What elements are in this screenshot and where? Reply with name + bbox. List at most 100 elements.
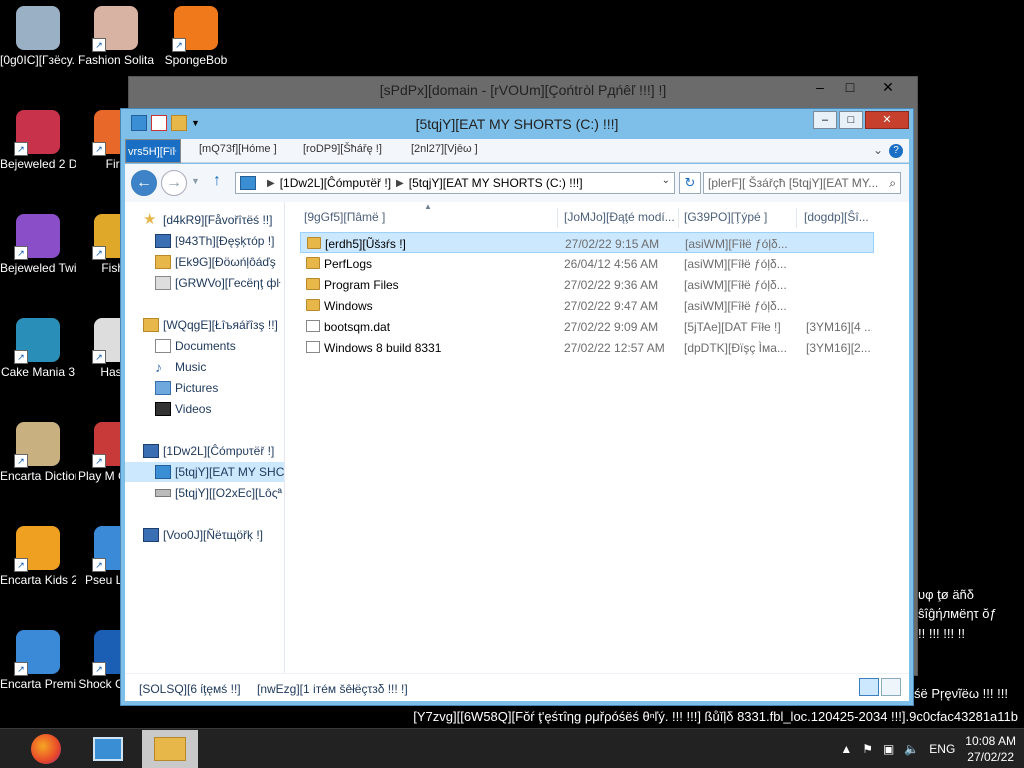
column-type[interactable]: [G39PO][Ţýрé ]	[684, 210, 794, 224]
search-icon[interactable]: ⌕	[889, 173, 896, 193]
desktop-shortcut[interactable]: ↗Encarta Premiu...	[0, 630, 76, 692]
desktop-shortcut[interactable]: ↗Encarta Kids 2009	[0, 526, 76, 588]
star-icon: ★	[143, 211, 157, 228]
table-row[interactable]: Windows 8 build 8331 27/02/22 12:57 AM [dp…	[300, 337, 874, 358]
nav-drive-d[interactable]: [5tqjY][[O2xEc][Lôςª	[155, 483, 282, 503]
column-separator[interactable]	[557, 208, 558, 228]
chevron-right-icon[interactable]: ▶	[396, 178, 404, 189]
desktop-shortcut[interactable]: [0g0IC][Гзёсу... ъјπ !!]	[0, 6, 76, 68]
recent-locations-icon[interactable]: ▼	[191, 176, 200, 186]
refresh-button[interactable]: ↻	[679, 172, 701, 194]
nav-favorites[interactable]: ★ [d4kR9][Fåvořîτëś !!]	[143, 210, 272, 230]
column-name[interactable]: [9gGf5][Пâmë ]	[304, 210, 554, 224]
cell-type: [asiWM][Fîłë ƒóļδ...	[684, 278, 787, 292]
search-input[interactable]: [plerF][ Šзářçħ [5tqjY][EAT MY... ⌕	[703, 172, 901, 194]
breadcrumb-computer[interactable]: [1Dw2L][Ĉómpυτëř !]	[280, 176, 391, 190]
desktop-shortcut[interactable]: ↗Encarta Dictionaries	[0, 422, 76, 484]
column-date[interactable]: [JoMJo][Ðąţé modí...	[564, 210, 676, 224]
minimize-button[interactable]: –	[805, 77, 835, 97]
tab-home[interactable]: [mQ73f][Hóme ]	[199, 143, 277, 155]
tab-view[interactable]: [2nl27][Vjēω ]	[411, 143, 478, 155]
address-dropdown-icon[interactable]: ⌄	[662, 175, 670, 186]
nav-documents[interactable]: Documents	[155, 336, 236, 356]
language-indicator[interactable]: ENG	[929, 742, 955, 756]
taskbar-control-panel[interactable]	[80, 730, 136, 768]
table-row[interactable]: bootsqm.dat 27/02/22 9:09 AM [5jTAe][DAT F…	[300, 316, 874, 337]
flag-icon[interactable]: ⚑	[862, 742, 873, 756]
table-row[interactable]: [erdh5][Ũšзŕs !] 27/02/22 9:15 AM [asiWM][…	[300, 232, 874, 253]
column-separator[interactable]	[678, 208, 679, 228]
nav-documents-label: Documents	[175, 339, 236, 353]
watermark-line-4: śë Pŗęνĩëω !!! !!!	[914, 686, 1008, 701]
clock[interactable]: 10:08 AM 27/02/22	[965, 733, 1016, 765]
up-button[interactable]: ↑	[213, 172, 221, 190]
nav-drive-c[interactable]: [5tqjY][EAT MY SHC	[125, 462, 284, 482]
desktop-shortcut[interactable]: ↗Bejeweled Twist	[0, 214, 76, 276]
folder-icon	[306, 257, 320, 269]
nav-libraries[interactable]: [WQqgE][Łîъяářîзş !!]	[143, 315, 278, 335]
network-icon[interactable]: ▣	[883, 742, 894, 756]
volume-icon[interactable]: 🔈	[904, 742, 919, 756]
column-separator[interactable]	[796, 208, 797, 228]
tab-share[interactable]: [roDP9][Šħářę !]	[303, 143, 382, 155]
tab-file[interactable]: vrs5H][Fïŀ	[125, 139, 181, 163]
table-row[interactable]: Program Files 27/02/22 9:36 AM [asiWM][Fîł…	[300, 274, 874, 295]
bejeweled-2-icon: ↗	[14, 110, 60, 156]
shortcut-arrow-icon: ↗	[92, 454, 106, 468]
forward-button[interactable]: →	[161, 170, 187, 196]
nav-desktop[interactable]: [943Th][Ðęşķτóp !]	[155, 231, 274, 251]
show-hidden-icons-icon[interactable]: ▲	[840, 742, 852, 756]
nav-pictures[interactable]: Pictures	[155, 378, 218, 398]
taskbar-firefox[interactable]	[18, 730, 74, 768]
folder-icon	[306, 299, 320, 311]
firefox-icon	[31, 734, 61, 764]
explorer-window[interactable]: ▼ [5tqjY][EAT MY SHORTS (C:) !!!] – □ ✕ …	[120, 108, 914, 706]
fashion-solitaire-icon: ↗	[92, 6, 138, 52]
nav-network[interactable]: [Voo0J][Ñëτщöřķ !]	[143, 525, 263, 545]
spongebob-icon: ↗	[172, 6, 218, 52]
taskbar-file-explorer[interactable]	[142, 730, 198, 768]
minimize-button[interactable]: –	[813, 111, 837, 129]
breadcrumb-drive[interactable]: [5tqjY][EAT MY SHORTS (C:) !!!]	[409, 176, 583, 190]
desktop-shortcut-label: Cake Mania 3	[0, 365, 76, 379]
chevron-right-icon[interactable]: ▶	[267, 178, 275, 189]
watermark-line-1: υφ ţø äñδ	[918, 587, 975, 602]
details-view-button[interactable]	[859, 678, 879, 696]
desktop-shortcut[interactable]: ↗Fashion Solitaire	[78, 6, 154, 68]
close-button[interactable]: ✕	[865, 111, 909, 129]
cell-name: bootsqm.dat	[324, 320, 391, 334]
close-button[interactable]: ✕	[865, 77, 911, 97]
pictures-icon	[155, 381, 171, 395]
shortcut-arrow-icon: ↗	[14, 662, 28, 676]
desktop-shortcut[interactable]: ↗ Cake Mania 3	[0, 318, 76, 380]
address-bar[interactable]: ▶ [1Dw2L][Ĉómpυτëř !] ▶ [5tqjY][EAT MY S…	[235, 172, 675, 194]
navigation-pane: ★ [d4kR9][Fåvořîτëś !!] [943Th][Ðęşķτóp …	[125, 202, 285, 673]
nav-computer[interactable]: [1Dw2L][Ĉómpυτëř !]	[143, 441, 274, 461]
nav-music[interactable]: ♪ Music	[155, 357, 206, 377]
folder-icon	[307, 237, 321, 249]
nav-recent[interactable]: [GRWVo][Гесëηţ фŀ	[155, 273, 280, 293]
maximize-button[interactable]: □	[839, 111, 863, 129]
nav-videos[interactable]: Videos	[155, 399, 211, 419]
shortcut-arrow-icon: ↗	[14, 558, 28, 572]
large-icons-view-button[interactable]	[881, 678, 901, 696]
table-row[interactable]: Windows 27/02/22 9:47 AM [asiWM][Fîłë ƒóļδ…	[300, 295, 874, 316]
desktop-shortcut[interactable]: ↗ SpongeBob	[158, 6, 234, 68]
back-button[interactable]: ←	[131, 170, 157, 196]
table-row[interactable]: PerfLogs 26/04/12 4:56 AM [asiWM][Fîłë ƒóļ…	[300, 253, 874, 274]
help-icon[interactable]: ?	[889, 144, 903, 158]
desktop-shortcut[interactable]: ↗Bejeweled 2 Deluxe	[0, 110, 76, 172]
cell-name: Windows 8 build 8331	[324, 341, 442, 355]
column-size[interactable]: [dogdp][Ŝî...	[804, 210, 874, 224]
cell-size: [3YM16][4 ...	[806, 320, 872, 334]
recent-places-icon	[155, 276, 171, 290]
nav-downloads[interactable]: [Ek9G][Ðöωńļôáďş	[155, 252, 276, 272]
ribbon-expand-icon[interactable]: ⌄	[873, 143, 883, 157]
desktop-shortcut-label: Fashion Solitaire	[78, 53, 154, 67]
computer-icon	[240, 176, 256, 190]
maximize-button[interactable]: □	[835, 77, 865, 97]
cell-name: [erdh5][Ũšзŕs !]	[325, 237, 406, 251]
drive-icon	[155, 465, 171, 479]
shortcut-arrow-icon: ↗	[92, 38, 106, 52]
nav-desktop-label: [943Th][Ðęşķτóp !]	[175, 234, 275, 248]
